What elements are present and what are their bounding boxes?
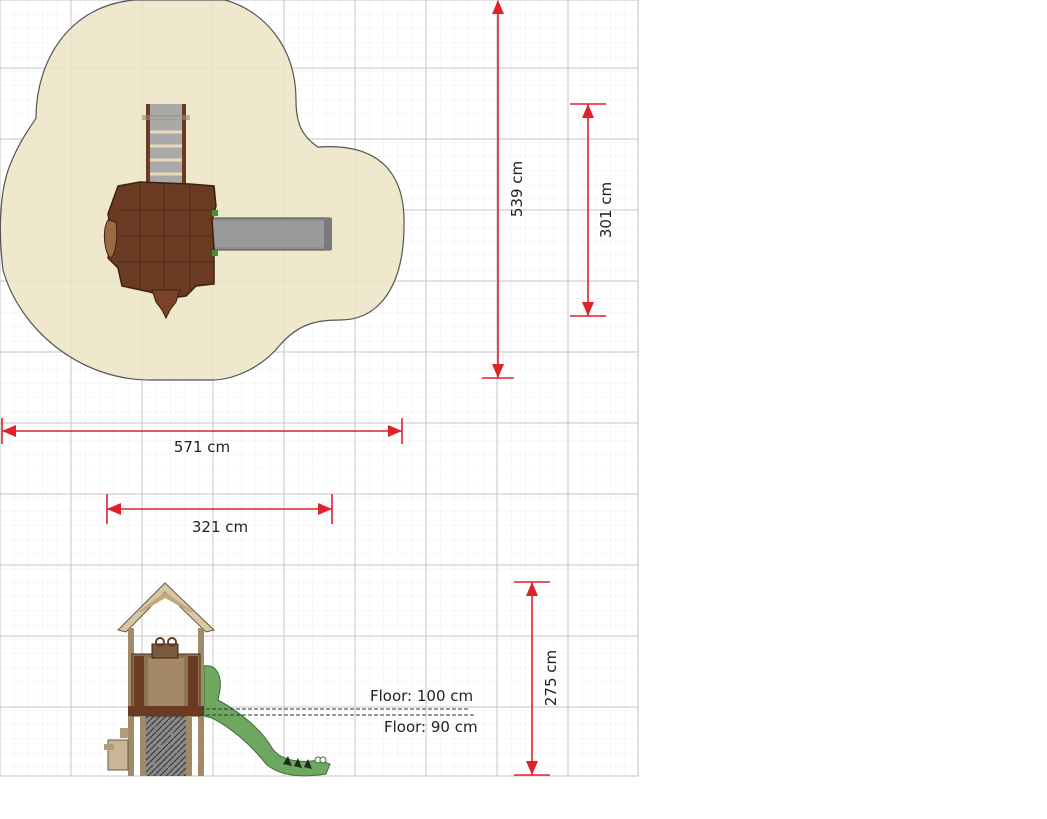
- floor-upper-label: Floor: 100 cm: [370, 687, 473, 705]
- climbing-wall-icon: [146, 716, 186, 776]
- floor-lower-label: Floor: 90 cm: [384, 718, 478, 736]
- structure-depth-label: 301 cm: [597, 182, 615, 238]
- structure-width-label: 321 cm: [192, 518, 248, 536]
- height-label: 275 cm: [542, 650, 560, 706]
- total-depth-label: 539 cm: [508, 161, 526, 217]
- total-width-label: 571 cm: [174, 438, 230, 456]
- slide-icon: [211, 217, 332, 251]
- playground-diagram: 571 cm 321 cm 539 cm 301 cm 275 cm Floor…: [0, 0, 639, 777]
- ladder-icon: [142, 104, 190, 190]
